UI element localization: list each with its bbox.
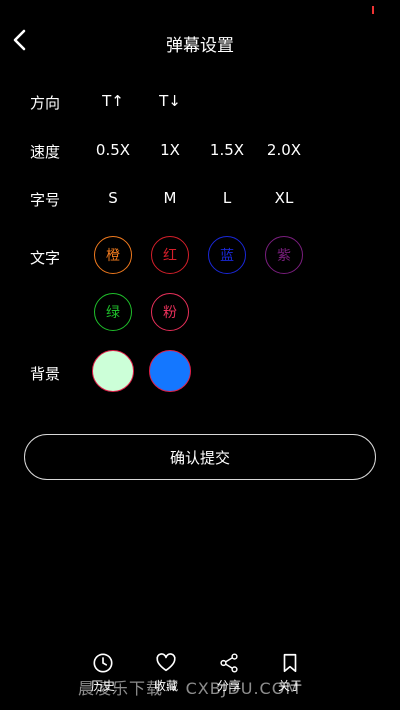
background-swatch-blue[interactable] (149, 350, 191, 392)
page-title: 弹幕设置 (166, 36, 234, 56)
heart-icon (156, 653, 176, 672)
direction-label: 方向 (30, 94, 61, 112)
size-option-l[interactable]: L (203, 189, 251, 207)
clock-icon (93, 653, 113, 673)
text-color-label: 文字 (30, 249, 61, 267)
watermark: 晨凌乐下载 • CXBJDU.COM (78, 679, 301, 698)
size-option-s[interactable]: S (89, 189, 137, 207)
background-label: 背景 (30, 365, 61, 383)
text-color-pink[interactable]: 粉 (151, 293, 189, 331)
size-option-m[interactable]: M (146, 189, 194, 207)
text-color-red[interactable]: 红 (151, 236, 189, 274)
bookmark-icon (283, 653, 297, 673)
submit-button[interactable]: 确认提交 (24, 434, 376, 480)
direction-option-up[interactable]: T↑ (89, 92, 137, 110)
size-label: 字号 (30, 191, 61, 209)
speed-option-2-0x[interactable]: 2.0X (260, 141, 308, 159)
status-indicator (372, 6, 374, 14)
speed-option-0-5x[interactable]: 0.5X (89, 141, 137, 159)
text-color-orange[interactable]: 橙 (94, 236, 132, 274)
speed-option-1x[interactable]: 1X (146, 141, 194, 159)
header: 弹幕设置 (0, 0, 400, 82)
speed-label: 速度 (30, 143, 61, 161)
text-color-purple[interactable]: 紫 (265, 236, 303, 274)
speed-option-1-5x[interactable]: 1.5X (203, 141, 251, 159)
text-color-blue[interactable]: 蓝 (208, 236, 246, 274)
background-swatch-mint[interactable] (92, 350, 134, 392)
share-icon (220, 653, 238, 673)
size-option-xl[interactable]: XL (260, 189, 308, 207)
direction-option-down[interactable]: T↓ (146, 92, 194, 110)
text-color-green[interactable]: 绿 (94, 293, 132, 331)
